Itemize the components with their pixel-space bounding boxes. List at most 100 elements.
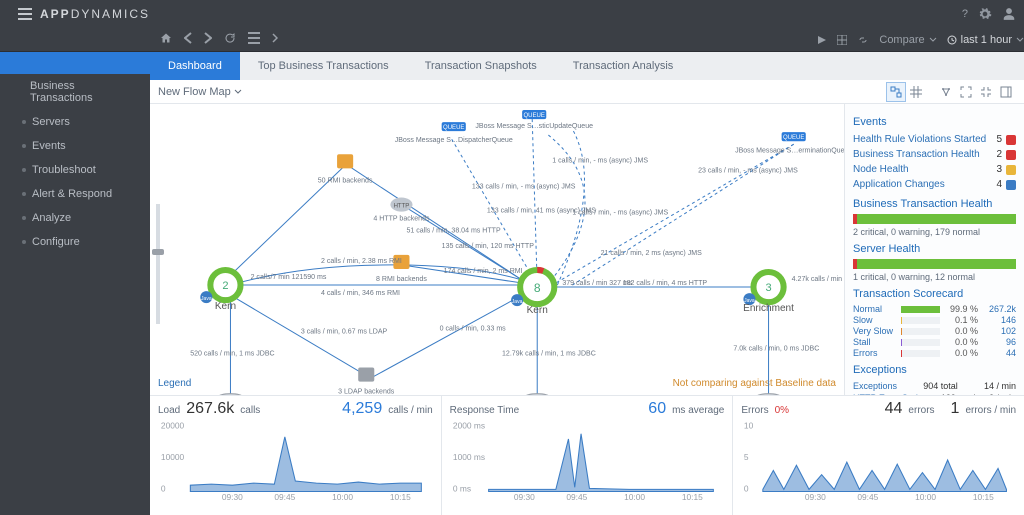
menu-icon[interactable] bbox=[18, 8, 32, 20]
scorecard-heading: Transaction Scorecard bbox=[853, 288, 1016, 300]
svg-text:2: 2 bbox=[222, 280, 228, 292]
events-panel: Events Health Rule Violations Started5 B… bbox=[844, 104, 1024, 395]
tab-analysis[interactable]: Transaction Analysis bbox=[555, 52, 691, 80]
dot-icon bbox=[22, 120, 26, 124]
event-node-health[interactable]: Node Health3 bbox=[853, 162, 1016, 177]
svg-text:520 calls / min, 1 ms JDBC: 520 calls / min, 1 ms JDBC bbox=[190, 350, 274, 357]
event-app-changes[interactable]: Application Changes4 bbox=[853, 177, 1016, 192]
svg-text:0: 0 bbox=[744, 484, 749, 494]
flowmap-expand-icon[interactable] bbox=[956, 82, 976, 102]
forward-icon[interactable] bbox=[204, 32, 212, 47]
app-topbar: APPDYNAMICS ? bbox=[0, 0, 1024, 28]
chart-errors-title: Errors bbox=[741, 405, 768, 416]
svg-text:Java: Java bbox=[201, 296, 212, 302]
sidebar-item-troubleshoot[interactable]: Troubleshoot bbox=[0, 158, 150, 182]
flowmap-panel-toggle-icon[interactable] bbox=[996, 82, 1016, 102]
user-icon[interactable] bbox=[1002, 7, 1016, 21]
score-row[interactable]: Slow0.1 %146 bbox=[853, 315, 1016, 325]
timerange-dropdown[interactable]: last 1 hour bbox=[947, 34, 1024, 46]
node-c[interactable]: 3 Java Enrichment bbox=[743, 272, 794, 314]
svg-text:10000: 10000 bbox=[161, 452, 185, 462]
flowmap-autolayout-icon[interactable] bbox=[936, 82, 956, 102]
svg-text:8: 8 bbox=[534, 281, 541, 295]
svg-text:10:00: 10:00 bbox=[332, 492, 353, 502]
svg-text:51 calls / min, 38.04 ms HTT: 51 calls / min, 38.04 ms HTTP bbox=[406, 228, 500, 235]
svg-text:JBoss Message S…sticUpdateQueu: JBoss Message S…sticUpdateQueue bbox=[475, 123, 593, 130]
help-icon[interactable]: ? bbox=[962, 8, 968, 20]
rmi-backends-icon[interactable] bbox=[337, 154, 353, 168]
svg-text:10:15: 10:15 bbox=[973, 492, 994, 502]
flowmap-selector[interactable]: New Flow Map bbox=[158, 86, 242, 98]
tabs: Dashboard Top Business Transactions Tran… bbox=[150, 52, 1024, 80]
score-row[interactable]: Very Slow0.0 %102 bbox=[853, 326, 1016, 336]
svg-text:10: 10 bbox=[744, 421, 754, 431]
main-area: Dashboard Top Business Transactions Tran… bbox=[150, 52, 1024, 515]
event-hrv[interactable]: Health Rule Violations Started5 bbox=[853, 132, 1016, 147]
tab-snapshots[interactable]: Transaction Snapshots bbox=[407, 52, 555, 80]
sev-red-icon bbox=[1006, 135, 1016, 145]
svg-text:10:15: 10:15 bbox=[682, 492, 703, 502]
db-mid[interactable] bbox=[524, 394, 550, 395]
svg-text:09:45: 09:45 bbox=[566, 492, 587, 502]
sidebar: Business Transactions Servers Events Tro… bbox=[0, 52, 150, 515]
breadcrumb-chevron-icon bbox=[272, 33, 278, 46]
link-icon[interactable] bbox=[857, 35, 869, 45]
sidebar-app-selected[interactable] bbox=[0, 52, 150, 74]
score-row[interactable]: Normal99.9 %267.2k bbox=[853, 304, 1016, 314]
sidebar-item-configure[interactable]: Configure bbox=[0, 230, 150, 254]
db-right[interactable] bbox=[755, 394, 781, 395]
svg-text:4 HTTP backends: 4 HTTP backends bbox=[373, 216, 430, 223]
home-icon[interactable] bbox=[160, 32, 172, 47]
flowmap-view-topology-icon[interactable] bbox=[886, 82, 906, 102]
db-left[interactable] bbox=[217, 394, 243, 395]
svg-text:4 calls / min, 346 ms RMI: 4 calls / min, 346 ms RMI bbox=[321, 290, 400, 297]
sidebar-item-business-transactions[interactable]: Business Transactions bbox=[0, 74, 150, 110]
score-row[interactable]: Stall0.0 %96 bbox=[853, 337, 1016, 347]
flowmap-view-grid-icon[interactable] bbox=[906, 82, 926, 102]
sev-yellow-icon bbox=[1006, 165, 1016, 175]
svg-text:5: 5 bbox=[744, 452, 749, 462]
compare-dropdown[interactable]: Compare bbox=[879, 34, 936, 46]
dot-icon bbox=[22, 192, 26, 196]
layout-icon[interactable] bbox=[837, 35, 847, 45]
ex-row[interactable]: Exceptions904 total14 / min bbox=[853, 380, 1016, 392]
bth-bar[interactable] bbox=[853, 214, 1016, 224]
sidebar-item-alert-respond[interactable]: Alert & Respond bbox=[0, 182, 150, 206]
flowmap-collapse-icon[interactable] bbox=[976, 82, 996, 102]
sidebar-item-analyze[interactable]: Analyze bbox=[0, 206, 150, 230]
play-icon[interactable] bbox=[817, 35, 827, 45]
sidebar-item-servers[interactable]: Servers bbox=[0, 110, 150, 134]
exceptions-heading: Exceptions bbox=[853, 364, 1016, 376]
flowmap-toolbar: New Flow Map bbox=[150, 80, 1024, 104]
brand-left: APP bbox=[40, 7, 71, 21]
svg-text:QUEUE: QUEUE bbox=[524, 113, 545, 119]
sh-bar[interactable] bbox=[853, 259, 1016, 269]
event-bth[interactable]: Business Transaction Health2 bbox=[853, 147, 1016, 162]
chart-response-time[interactable]: Response Time 60 ms average 2000 ms 1000… bbox=[442, 396, 734, 515]
svg-text:135 calls / min, 120 ms HTTP: 135 calls / min, 120 ms HTTP bbox=[442, 243, 535, 250]
sidebar-item-events[interactable]: Events bbox=[0, 134, 150, 158]
tab-dashboard[interactable]: Dashboard bbox=[150, 52, 240, 80]
back-icon[interactable] bbox=[184, 32, 192, 47]
http-backends-icon[interactable]: HTTP bbox=[390, 198, 412, 212]
svg-text:174 calls / min, 2 ms RMI: 174 calls / min, 2 ms RMI bbox=[444, 268, 523, 275]
chart-errors[interactable]: Errors 0% 44 errors 1 errors / min 10 5 … bbox=[733, 396, 1024, 515]
svg-text:1 calls / min, - ms (async): 1 calls / min, - ms (async) JMS bbox=[552, 157, 648, 164]
svg-text:HTTP: HTTP bbox=[394, 204, 410, 210]
svg-text:Enrichment: Enrichment bbox=[743, 303, 794, 314]
chart-rt-title: Response Time bbox=[450, 405, 519, 416]
chart-load-total: 267.6k bbox=[186, 400, 234, 418]
svg-text:0: 0 bbox=[161, 484, 166, 494]
score-row[interactable]: Errors0.0 %44 bbox=[853, 348, 1016, 358]
gear-icon[interactable] bbox=[978, 7, 992, 21]
refresh-icon[interactable] bbox=[224, 32, 236, 47]
svg-text:7.0k calls / min, 0 ms JDBC: 7.0k calls / min, 0 ms JDBC bbox=[733, 345, 819, 352]
ldap-backends-icon[interactable] bbox=[358, 368, 374, 382]
flowmap-canvas[interactable]: Legend Not comparing against Baseline da… bbox=[150, 104, 844, 395]
chart-load[interactable]: Load 267.6k calls 4,259 calls / min 2000… bbox=[150, 396, 442, 515]
svg-text:23 calls / min, - ms (async): 23 calls / min, - ms (async) JMS bbox=[698, 167, 798, 174]
tab-top-bt[interactable]: Top Business Transactions bbox=[240, 52, 407, 80]
node-a[interactable]: 2 Java Kern bbox=[200, 270, 240, 312]
svg-text:09:30: 09:30 bbox=[222, 492, 243, 502]
chart-load-rate: 4,259 bbox=[342, 400, 382, 418]
